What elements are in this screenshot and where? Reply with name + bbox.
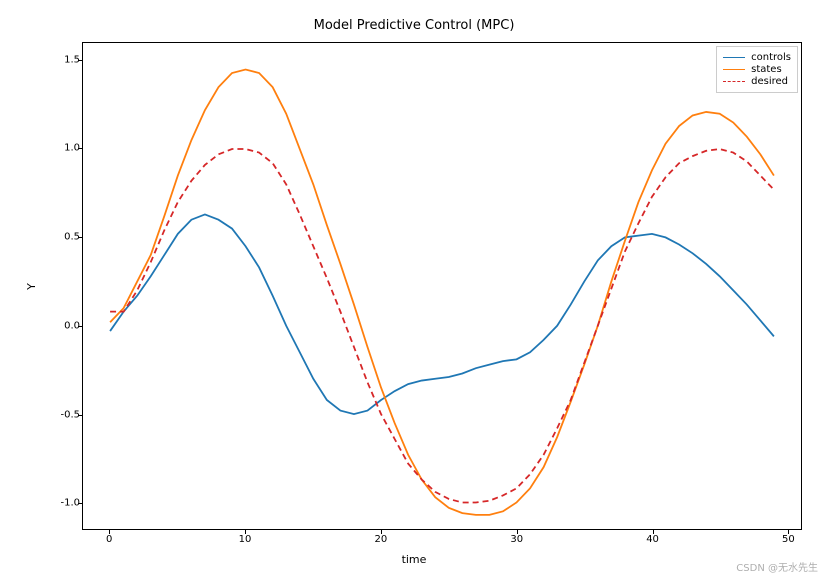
legend-swatch-desired xyxy=(723,81,745,82)
y-tick-mark xyxy=(78,326,82,327)
x-axis-label: time xyxy=(0,553,828,566)
plot-area xyxy=(82,42,802,530)
chart-title: Model Predictive Control (MPC) xyxy=(0,18,828,33)
y-tick-mark xyxy=(78,237,82,238)
line-controls xyxy=(110,214,774,414)
y-tick-label: 0.0 xyxy=(40,320,80,331)
line-states xyxy=(110,70,774,515)
chart-container: Model Predictive Control (MPC) Y time -1… xyxy=(0,0,828,580)
y-tick-label: 1.0 xyxy=(40,143,80,154)
legend-entry-states: states xyxy=(723,64,791,75)
x-tick-mark xyxy=(788,530,789,534)
y-tick-label: 0.5 xyxy=(40,232,80,243)
line-desired xyxy=(110,149,774,502)
x-tick-label: 40 xyxy=(646,534,659,545)
y-tick-mark xyxy=(78,148,82,149)
x-tick-mark xyxy=(381,530,382,534)
chart-lines-svg xyxy=(83,43,801,529)
y-tick-mark xyxy=(78,503,82,504)
x-tick-mark xyxy=(653,530,654,534)
y-tick-label: -1.0 xyxy=(40,498,80,509)
legend: controls states desired xyxy=(716,46,798,93)
x-tick-label: 0 xyxy=(106,534,112,545)
legend-entry-controls: controls xyxy=(723,52,791,63)
x-tick-label: 50 xyxy=(782,534,795,545)
legend-label-desired: desired xyxy=(751,76,788,87)
y-axis-label: Y xyxy=(25,283,38,290)
x-tick-mark xyxy=(517,530,518,534)
x-tick-label: 30 xyxy=(510,534,523,545)
watermark-text: CSDN @无水先生 xyxy=(736,559,818,574)
x-tick-mark xyxy=(245,530,246,534)
legend-swatch-controls xyxy=(723,57,745,58)
x-tick-mark xyxy=(109,530,110,534)
y-tick-label: 1.5 xyxy=(40,54,80,65)
y-tick-mark xyxy=(78,60,82,61)
x-tick-label: 10 xyxy=(239,534,252,545)
y-tick-mark xyxy=(78,415,82,416)
legend-label-controls: controls xyxy=(751,52,791,63)
legend-label-states: states xyxy=(751,64,782,75)
x-tick-label: 20 xyxy=(374,534,387,545)
legend-swatch-states xyxy=(723,69,745,70)
legend-entry-desired: desired xyxy=(723,76,791,87)
y-tick-label: -0.5 xyxy=(40,409,80,420)
